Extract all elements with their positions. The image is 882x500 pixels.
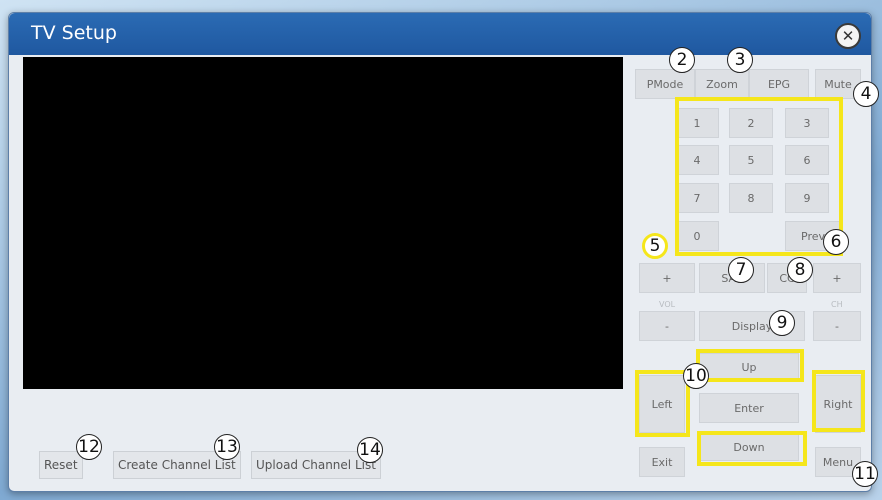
digit-4-button[interactable]: 4 <box>675 145 719 175</box>
callout-8: 8 <box>787 257 813 283</box>
callout-13: 13 <box>214 434 240 460</box>
exit-button[interactable]: Exit <box>639 447 685 477</box>
right-button[interactable]: Right <box>815 375 861 433</box>
digit-1-button[interactable]: 1 <box>675 108 719 138</box>
digit-5-button[interactable]: 5 <box>729 145 773 175</box>
vol-down-button[interactable]: - <box>639 311 695 341</box>
callout-3: 3 <box>727 47 753 73</box>
window-title: TV Setup <box>31 22 117 44</box>
close-button[interactable]: ✕ <box>835 23 861 49</box>
digit-8-button[interactable]: 8 <box>729 183 773 213</box>
vol-label: VOL <box>659 300 676 309</box>
callout-6: 6 <box>823 229 849 255</box>
tv-setup-window: TV Setup ✕ Reset Create Channel List Upl… <box>8 12 872 492</box>
digit-9-button[interactable]: 9 <box>785 183 829 213</box>
down-button[interactable]: Down <box>699 433 799 461</box>
up-button[interactable]: Up <box>699 353 799 381</box>
ch-down-button[interactable]: - <box>813 311 861 341</box>
reset-button[interactable]: Reset <box>39 451 83 479</box>
epg-button[interactable]: EPG <box>749 69 809 99</box>
digit-0-button[interactable]: 0 <box>675 221 719 251</box>
vol-up-button[interactable]: + <box>639 263 695 293</box>
ch-label: CH <box>831 300 843 309</box>
callout-4: 4 <box>853 81 879 107</box>
callout-10: 10 <box>683 363 709 389</box>
callout-2: 2 <box>669 47 695 73</box>
pmode-button[interactable]: PMode <box>635 69 695 99</box>
callout-11: 11 <box>852 461 878 487</box>
zoom-button[interactable]: Zoom <box>695 69 749 99</box>
callout-9: 9 <box>769 310 795 336</box>
tv-preview <box>23 57 623 389</box>
digit-3-button[interactable]: 3 <box>785 108 829 138</box>
callout-14: 14 <box>357 437 383 463</box>
left-button[interactable]: Left <box>639 375 685 433</box>
callout-5: 5 <box>642 233 668 259</box>
digit-6-button[interactable]: 6 <box>785 145 829 175</box>
callout-7: 7 <box>728 257 754 283</box>
callout-12: 12 <box>76 434 102 460</box>
ch-up-button[interactable]: + <box>813 263 861 293</box>
digit-2-button[interactable]: 2 <box>729 108 773 138</box>
digit-7-button[interactable]: 7 <box>675 183 719 213</box>
enter-button[interactable]: Enter <box>699 393 799 423</box>
close-icon: ✕ <box>841 26 855 45</box>
